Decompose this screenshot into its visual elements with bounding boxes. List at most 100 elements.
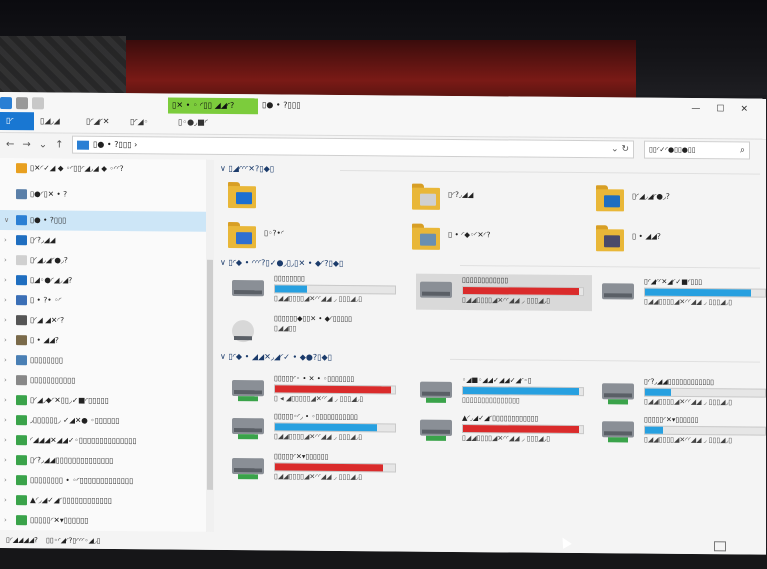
sidebar-item[interactable]: › ▯▯▯▯▯▯▯▯▯▯▯ xyxy=(0,370,206,392)
folder-item[interactable]: ▯◦?•◜ xyxy=(228,220,398,255)
sidebar-item-icon xyxy=(16,235,27,246)
expand-chevron-icon[interactable]: › xyxy=(4,430,7,450)
folder-item[interactable]: ▯ • ◢◢? xyxy=(596,223,766,258)
details-view-icon[interactable] xyxy=(714,541,726,552)
expand-chevron-icon[interactable]: › xyxy=(4,330,7,350)
tab-home[interactable]: ▯◢◞◢ xyxy=(34,112,66,130)
folder-item[interactable]: ▯ • ◜◆◦◜✕◜? xyxy=(412,222,582,257)
minimize-button[interactable]: — xyxy=(691,104,700,114)
expand-chevron-icon[interactable]: › xyxy=(4,290,7,310)
sidebar-item[interactable]: › ▯◜?◞◢◢ xyxy=(0,230,206,252)
search-placeholder: ▯▯◜✓◜●▯▯●▯▯ xyxy=(649,145,696,155)
folder-label: ▯ • ◢◢? xyxy=(632,231,661,241)
sidebar-item[interactable]: › ▯◜◢◞◆◜✕▯▯◞✓■◜▯▯▯▯▯ xyxy=(0,390,206,412)
search-icon[interactable]: ⌕ xyxy=(740,142,745,158)
group-header-network[interactable]: ∨ ▯◜◆ • ◢◢✕◞◢◜✓ • ◆●?▯◆▯ xyxy=(220,350,760,369)
tab-view[interactable]: ▯◜◢◦ xyxy=(124,113,154,131)
tab-manage[interactable]: ▯◦●◞■◜ xyxy=(172,114,214,132)
sidebar-item[interactable]: › ▯ • ?• ◦◜ xyxy=(0,290,206,312)
hard-drive-icon xyxy=(232,280,264,297)
network-drive-item[interactable]: ◦◢■◦◢◢✓◢◢✓◢◜◦▯ ▯▯▯▯▯▯▯▯▯▯▯▯▯▯▯ xyxy=(416,374,592,412)
forward-button[interactable]: → xyxy=(22,139,30,150)
capacity-bar-fill xyxy=(275,423,377,432)
sidebar-item[interactable]: › ▯▯▯▯▯▯▯▯ • ◦◜▯▯▯▯▯▯▯▯▯▯▯▯▯ xyxy=(0,470,206,492)
expand-chevron-icon[interactable]: › xyxy=(4,350,7,370)
expand-chevron-icon[interactable]: ∨ xyxy=(4,210,9,230)
search-input[interactable]: ▯▯◜✓◜●▯▯●▯▯ ⌕ xyxy=(644,140,750,160)
breadcrumb[interactable]: ▯● • ?▯▯▯ › xyxy=(93,137,137,153)
sidebar-item-label: ▯▯▯▯▯▯▯▯▯▯▯ xyxy=(30,375,76,385)
sidebar-item-label: ◜◢◢◢✕◢◢✓◦▯▯▯▯▯▯▯▯▯▯▯▯▯▯ xyxy=(30,435,137,446)
network-drive-item[interactable]: ▲◜◞◢✓◢◜▯▯▯▯▯▯▯▯▯▯▯▯ ▯◢◢▯▯▯▯◢✕◜◜◢◢ ◞ ▯▯▯◢◞… xyxy=(416,412,592,450)
network-drive-item[interactable]: ▯◜?◞◢◢▯▯▯▯▯▯▯▯▯▯▯▯ ▯◢◢▯▯▯▯◢✕◜◜◢◢ ◞ ▯▯▯◢◞▯ xyxy=(598,375,766,413)
scrollbar-thumb[interactable] xyxy=(207,259,213,490)
folder-label: ▯◜◢◞◢◜●◞? xyxy=(632,191,670,201)
network-drive-item[interactable]: ▯▯▯▯▯◦◜◞ • ◦▯▯▯▯▯▯▯▯▯▯▯ ▯◢◢▯▯▯▯◢✕◜◜◢◢ ◞ ▯… xyxy=(228,410,404,448)
expand-chevron-icon[interactable]: › xyxy=(4,270,7,290)
drive-free-space: ▯◢◢▯▯▯▯◢✕◜◜◢◢ ◞ ▯▯▯◢◞▯ xyxy=(274,432,363,442)
customize-icon[interactable] xyxy=(32,97,44,110)
navigation-scrollbar[interactable] xyxy=(206,159,214,532)
sidebar-item-label: ▯◜?◞◢◢▯▯▯▯▯▯▯▯▯▯▯▯▯▯ xyxy=(30,455,114,465)
drive-free-space: ▯◢◢▯▯ xyxy=(274,324,297,333)
divider xyxy=(460,265,760,269)
network-drive-item[interactable]: ▯▯▯▯▯◜✕▾▯▯▯▯▯▯ ▯◢◢▯▯▯▯◢✕◜◜◢◢ ◞ ▯▯▯◢◞▯ xyxy=(598,413,766,451)
new-folder-icon[interactable] xyxy=(16,97,28,110)
up-button[interactable]: ↑ xyxy=(55,139,63,150)
group-header-folders[interactable]: ∨ ▯◢◜◜◜✕?▯◆▯ xyxy=(220,162,760,181)
content-pane: ∨ ▯◢◜◜◜✕?▯◆▯ ∨ ▯◜◆ • ◜◜◜?▯✓●◞▯◞▯✕ • ◆◜?▯… xyxy=(220,160,766,537)
quick-access-toolbar xyxy=(0,94,44,112)
sidebar-item[interactable]: › ▯ • ◢◢? xyxy=(0,330,206,352)
sidebar-item[interactable]: › ▯◜◢◞◢◜●◞? xyxy=(0,250,206,272)
expand-chevron-icon[interactable]: › xyxy=(4,310,7,330)
sidebar-item[interactable]: › ▲◜◞◢✓◢◜▯▯▯▯▯▯▯▯▯▯▯▯ xyxy=(0,490,206,512)
refresh-icon[interactable]: ⌄ ↻ xyxy=(611,141,629,157)
maximize-button[interactable]: ☐ xyxy=(716,104,724,114)
sidebar-item[interactable]: › ▯◜?◞◢◢▯▯▯▯▯▯▯▯▯▯▯▯▯▯ xyxy=(0,450,206,472)
capacity-bar-fill xyxy=(645,426,663,434)
capacity-bar xyxy=(644,425,766,436)
folder-item[interactable] xyxy=(228,180,398,215)
drive-tools-context-tab[interactable]: ▯✕ • ◦ ◜▯▯ ◢◢◜? xyxy=(168,97,258,115)
back-button[interactable]: ← xyxy=(6,139,14,150)
properties-icon[interactable] xyxy=(0,97,12,110)
sidebar-item-label: ▯◜◢ ◢✕◜? xyxy=(30,315,65,325)
expand-chevron-icon[interactable]: › xyxy=(4,390,7,410)
sidebar-item[interactable]: › ▯▯▯▯▯▯▯▯ xyxy=(0,350,206,372)
address-bar[interactable]: ▯● • ?▯▯▯ › ⌄ ↻ xyxy=(72,135,634,159)
sidebar-item[interactable]: › ▯◢◦●◜◢◞◢? xyxy=(0,270,206,292)
sidebar-item-icon xyxy=(16,495,27,506)
recent-locations-button[interactable]: ⌄ xyxy=(39,139,47,150)
drive-item[interactable]: ▯▯▯▯▯▯▯▯▯▯▯▯ ▯◢◢▯▯▯▯◢✕◜◜◢◢ ◞ ▯▯▯◢◞▯ xyxy=(416,273,592,312)
expand-chevron-icon[interactable]: › xyxy=(4,410,7,430)
drive-item[interactable]: ▯▯▯▯▯▯▯▯ ▯◢◢▯▯▯▯◢✕◜◜◢◢ ◞ ▯▯▯◢◞▯ xyxy=(228,272,404,310)
expand-chevron-icon[interactable]: › xyxy=(4,230,7,250)
sidebar-item[interactable]: › ◞▯▯▯▯▯▯◞ ✓◢✕● ◦▯▯▯▯▯▯ xyxy=(0,410,206,432)
hard-drive-icon xyxy=(420,419,452,436)
expand-chevron-icon[interactable]: › xyxy=(4,490,7,510)
sidebar-item[interactable]: › ▯▯▯▯▯◜✕▾▯▯▯▯▯▯ xyxy=(0,510,206,532)
expand-chevron-icon[interactable]: › xyxy=(4,450,7,470)
hard-drive-icon xyxy=(420,381,452,398)
drive-item[interactable]: ▯▯▯▯▯▯◆▯▯✕ • ◆◜▯▯▯▯▯ ▯◢◢▯▯ xyxy=(228,312,404,350)
expand-chevron-icon[interactable]: › xyxy=(4,470,7,490)
expand-chevron-icon[interactable]: › xyxy=(4,510,7,530)
network-drive-item[interactable]: ▯▯▯▯▯◜◦ • ✕ • ◦▯▯▯▯▯▯▯ ▯ ◂ ◢▯▯▯▯▯◢✕◜◜◢ ◞ … xyxy=(228,372,404,410)
expand-chevron-icon[interactable]: › xyxy=(4,250,7,270)
sidebar-item[interactable]: › ▯◜◢ ◢✕◜? xyxy=(0,310,206,332)
sidebar-item[interactable]: › ◜◢◢◢✕◢◢✓◦▯▯▯▯▯▯▯▯▯▯▯▯▯▯ xyxy=(0,430,206,452)
drive-name: ◦◢■◦◢◢✓◢◢✓◢◜◦▯ xyxy=(462,376,532,385)
tab-file[interactable]: ▯◜ xyxy=(0,112,34,131)
folder-icon xyxy=(228,180,256,209)
drive-name: ▯▯▯▯▯◜◦ • ✕ • ◦▯▯▯▯▯▯▯ xyxy=(274,374,355,384)
sidebar-item[interactable]: ▯●◜▯✕ • ? xyxy=(0,184,206,206)
sidebar-item[interactable]: ▯✕◜✓◢ ◆ ◦◜▯▯◜◢◞◢ ◆ ◦◜◜? xyxy=(0,158,206,180)
expand-chevron-icon[interactable]: › xyxy=(4,370,7,390)
drive-item[interactable]: ▯◜◢◜◜✕◢◜✓■◜▯▯▯ ▯◢◢▯▯▯▯◢✕◜◜◢◢ ◞ ▯▯▯◢◞▯ xyxy=(598,275,766,313)
folder-item[interactable]: ▯◜?◞◢◢ xyxy=(412,182,582,217)
sidebar-item[interactable]: ∨ ▯● • ?▯▯▯ xyxy=(0,210,206,232)
close-button[interactable]: ✕ xyxy=(740,104,748,114)
folder-item[interactable]: ▯◜◢◞◢◜●◞? xyxy=(596,183,766,218)
network-drive-item[interactable]: ▯▯▯▯▯◜✕▾▯▯▯▯▯▯ ▯◢◢▯▯▯▯◢✕◜◜◢◢ ◞ ▯▯▯◢◞▯ xyxy=(228,450,404,488)
tab-share[interactable]: ▯◜◢◜✕ xyxy=(80,113,115,131)
